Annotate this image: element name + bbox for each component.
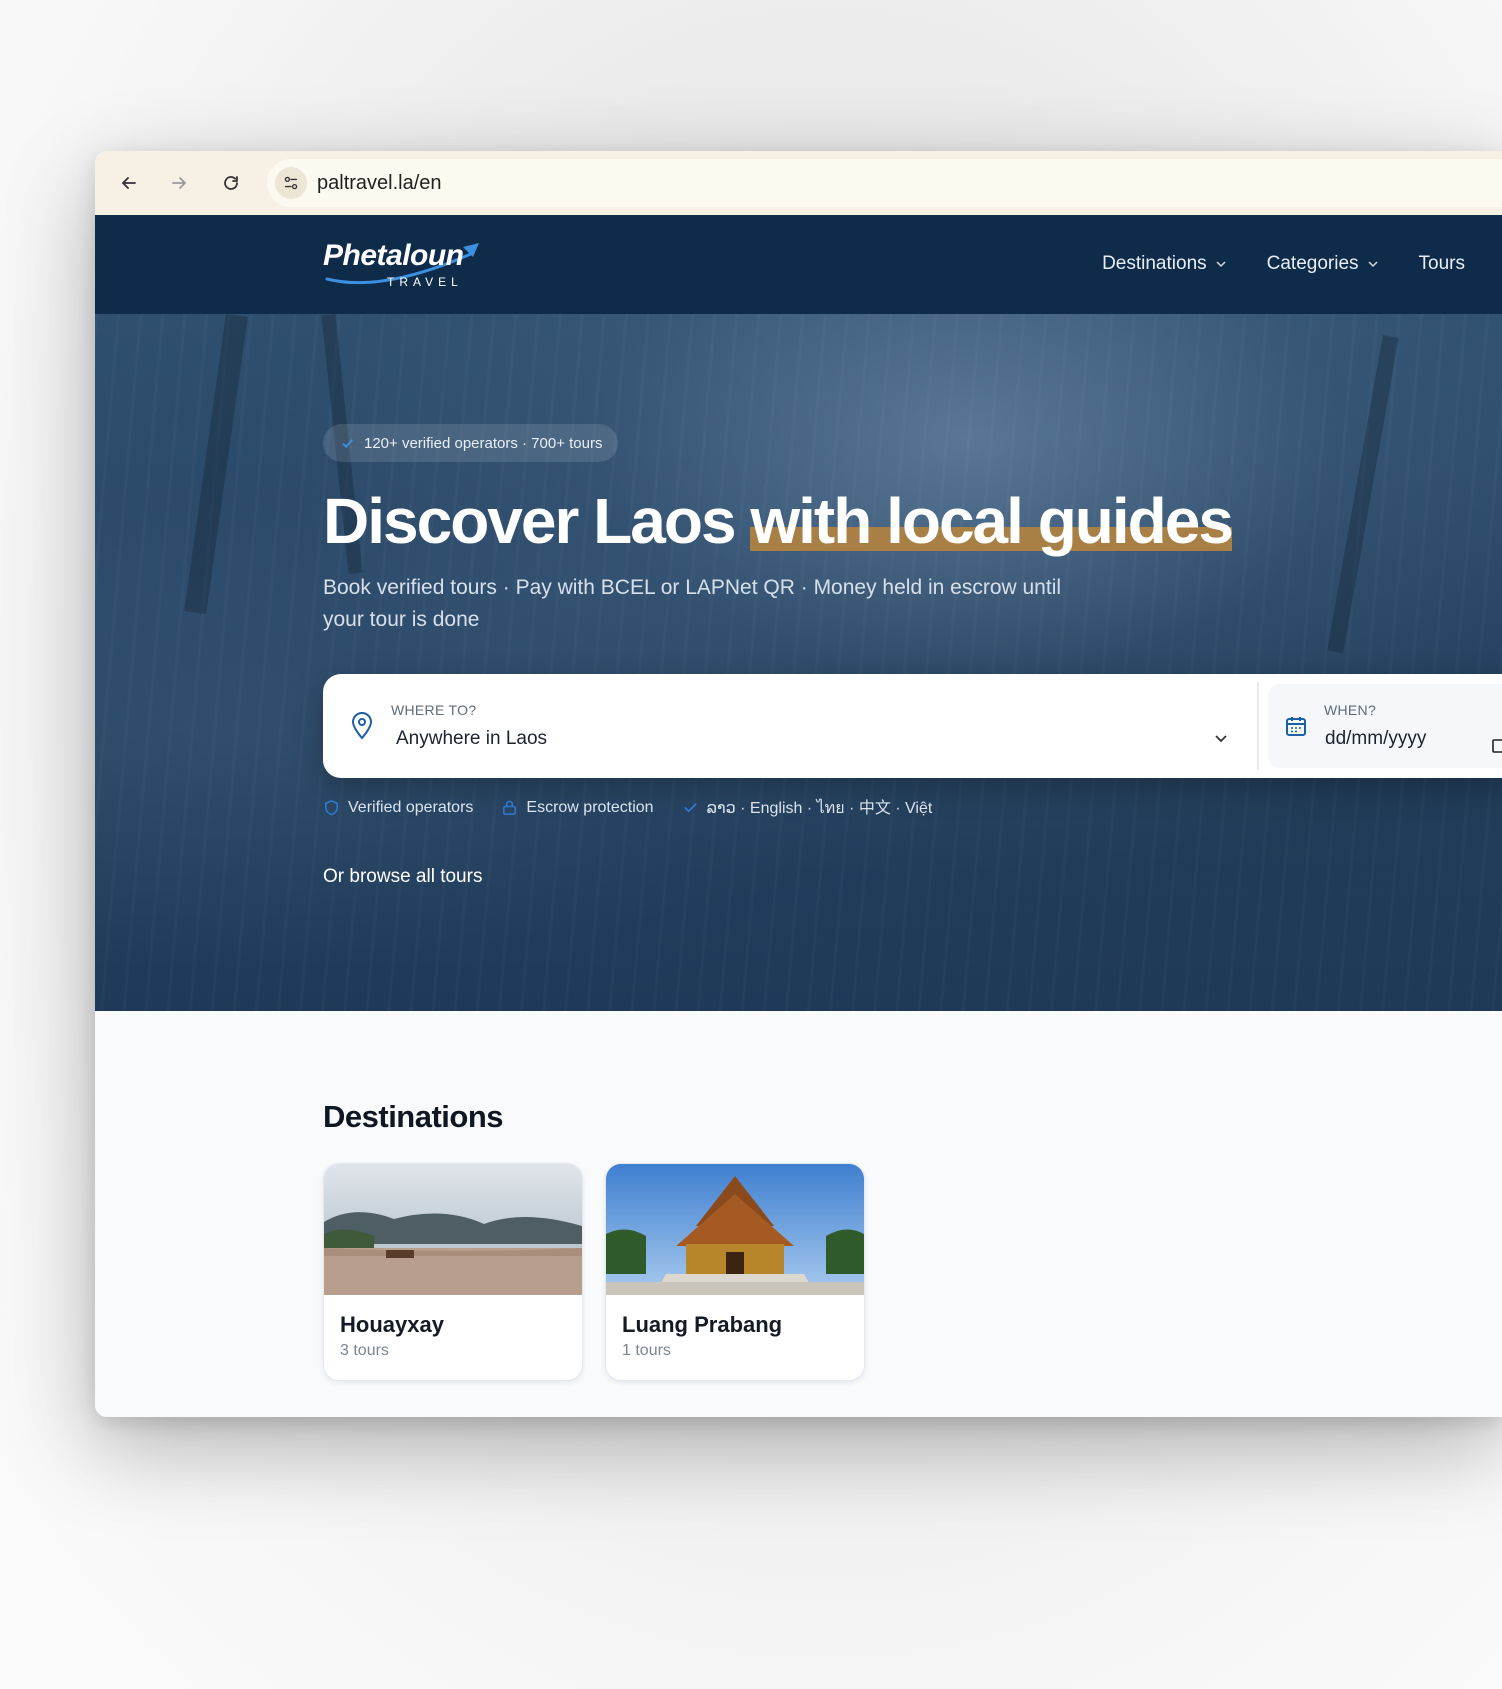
hero-subtitle: Book verified tours · Pay with BCEL or L…	[323, 576, 1062, 631]
hero: 120+ verified operators · 700+ tours Dis…	[95, 314, 1502, 1011]
destinations-section: Destinations Houayxay 3 tours Luang Prab…	[95, 1011, 1502, 1417]
calendar-icon	[1286, 717, 1306, 736]
browse-all-tours-link[interactable]: Or browse all tours	[323, 866, 482, 888]
hero-title: Discover Laos with local guides	[323, 484, 1234, 558]
trust-label: Escrow protection	[526, 798, 654, 816]
trust-badges: Verified operators Escrow protection ລາວ…	[323, 794, 932, 821]
stats-badge: 120+ verified operators · 700+ tours	[323, 424, 619, 462]
arrow-right-icon	[172, 177, 186, 189]
where-label: WHERE TO?	[391, 702, 477, 718]
reload-button[interactable]	[215, 167, 247, 199]
trust-label: Verified operators	[348, 798, 474, 816]
nav-tours[interactable]: Tours	[1419, 253, 1465, 275]
date-input[interactable]: dd/mm/yyyy	[1325, 728, 1426, 750]
main-nav: Destinations Categories Tours	[1102, 253, 1465, 275]
back-button[interactable]	[113, 167, 145, 199]
hero-title-highlight: with local guides	[750, 485, 1234, 557]
shield-icon	[325, 800, 338, 816]
site-info-button[interactable]	[275, 167, 307, 199]
check-icon	[683, 803, 697, 813]
hero-background-image	[95, 314, 1502, 1011]
reload-icon	[224, 176, 238, 190]
trust-item-languages: ລາວ · English · ไทย · 中文 · Việt	[682, 794, 933, 821]
url-text[interactable]: paltravel.la/en	[317, 172, 442, 195]
browser-toolbar: paltravel.la/en	[95, 151, 1502, 216]
chevron-down-icon	[1216, 261, 1226, 268]
destination-photo	[324, 1164, 582, 1295]
badge-text: 120+ verified operators · 700+ tours	[364, 434, 603, 452]
destination-name: Luang Prabang	[622, 1312, 783, 1337]
trust-item-escrow: Escrow protection	[501, 798, 654, 817]
hero-title-part1: Discover Laos	[323, 485, 751, 557]
date-field[interactable]: WHEN? dd/mm/yyyy	[1268, 684, 1502, 768]
destination-name: Houayxay	[340, 1312, 444, 1337]
destination-tour-count: 1 tours	[622, 1342, 671, 1359]
chevron-down-icon	[1368, 261, 1378, 268]
nav-label: Categories	[1266, 253, 1359, 274]
nav-label: Tours	[1418, 253, 1465, 274]
browser-window: paltravel.la/en Phetaloun TRAVEL Destina…	[95, 151, 1502, 1417]
calendar-picker-icon[interactable]	[1491, 736, 1502, 754]
address-bar[interactable]: paltravel.la/en	[267, 159, 1502, 207]
destination-card-luang-prabang[interactable]: Luang Prabang 1 tours	[605, 1163, 865, 1381]
map-pin-icon	[351, 712, 373, 740]
destination-select[interactable]: Anywhere in Laos	[396, 728, 547, 750]
logo[interactable]: Phetaloun TRAVEL	[323, 235, 493, 297]
trust-item-verified: Verified operators	[323, 799, 473, 817]
trust-label: ລາວ · English · ไทย · 中文 · Việt	[706, 800, 933, 817]
chevron-down-icon[interactable]	[1213, 730, 1229, 746]
lock-icon	[503, 800, 517, 815]
destination-photo	[606, 1164, 864, 1295]
divider	[1257, 682, 1259, 770]
forward-button[interactable]	[163, 167, 195, 199]
site-header: Phetaloun TRAVEL Destinations Categories…	[95, 215, 1502, 314]
check-icon	[342, 438, 353, 448]
destination-card-houayxay[interactable]: Houayxay 3 tours	[323, 1163, 583, 1381]
tune-icon	[284, 176, 298, 190]
arrow-left-icon	[122, 177, 136, 189]
nav-destinations[interactable]: Destinations	[1102, 253, 1227, 275]
section-title: Destinations	[323, 1099, 504, 1134]
when-label: WHEN?	[1324, 702, 1377, 718]
logo-wordmark: Phetaloun	[323, 239, 464, 272]
logo-subtitle: TRAVEL	[387, 275, 463, 289]
search-bar: WHERE TO? Anywhere in Laos WHEN? dd/mm/y…	[323, 674, 1502, 778]
nav-categories[interactable]: Categories	[1267, 253, 1379, 275]
destination-tour-count: 3 tours	[340, 1342, 389, 1359]
nav-label: Destinations	[1102, 253, 1207, 274]
